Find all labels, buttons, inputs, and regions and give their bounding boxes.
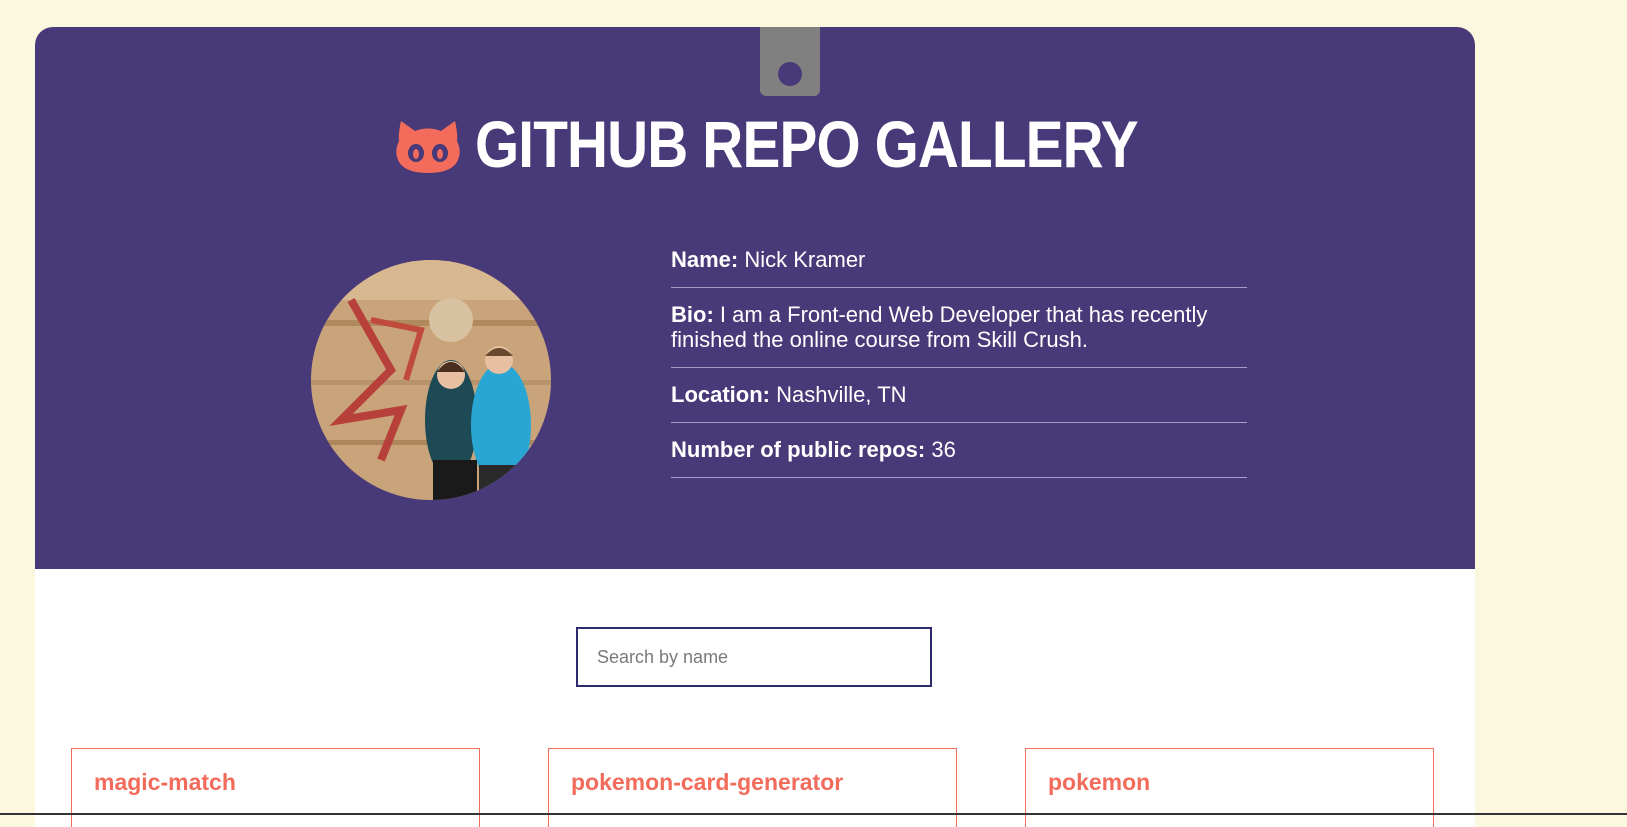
search-input[interactable] <box>578 629 930 685</box>
repo-name[interactable]: pokemon-card-generator <box>571 769 843 796</box>
profile-location-row: Location: Nashville, TN <box>671 368 1247 423</box>
profile-bio-label: Bio: <box>671 302 714 327</box>
page-title-row: GITHUB REPO GALLERY <box>35 94 1475 194</box>
profile-info: Name: Nick Kramer Bio: I am a Front-end … <box>671 233 1247 478</box>
profile-bio-value: I am a Front-end Web Developer that has … <box>671 302 1208 352</box>
clip-decoration <box>760 27 820 96</box>
repo-name[interactable]: magic-match <box>94 769 236 796</box>
octocat-icon <box>396 121 460 173</box>
gallery-card: GITHUB REPO GALLERY Name: Nick Kramer Bi… <box>35 27 1475 827</box>
avatar <box>311 260 551 500</box>
profile-location-label: Location: <box>671 382 770 407</box>
profile-header: GITHUB REPO GALLERY Name: Nick Kramer Bi… <box>35 27 1475 569</box>
profile-bio-row: Bio: I am a Front-end Web Developer that… <box>671 288 1247 368</box>
profile-repos-value: 36 <box>931 437 956 462</box>
profile-name-label: Name: <box>671 247 739 272</box>
profile-name-row: Name: Nick Kramer <box>671 233 1247 288</box>
repo-card[interactable]: pokemon <box>1025 748 1434 827</box>
profile-name-value: Nick Kramer <box>744 247 866 272</box>
repo-name[interactable]: pokemon <box>1048 769 1150 796</box>
page-title: GITHUB REPO GALLERY <box>475 107 1139 181</box>
profile-location-value: Nashville, TN <box>776 382 907 407</box>
profile-repos-label: Number of public repos: <box>671 437 926 462</box>
repo-card[interactable]: pokemon-card-generator <box>548 748 957 827</box>
search-box <box>576 627 932 687</box>
repo-card[interactable]: magic-match <box>71 748 480 827</box>
profile-repos-row: Number of public repos: 36 <box>671 423 1247 478</box>
